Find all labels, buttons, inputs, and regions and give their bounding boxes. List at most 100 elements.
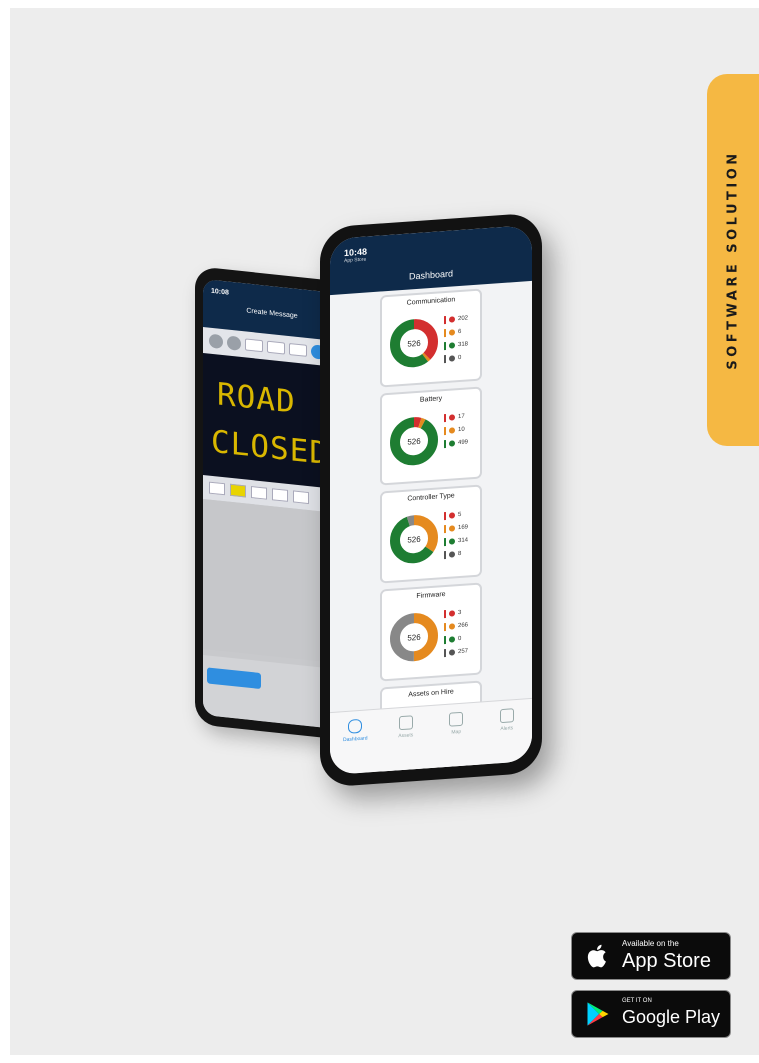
front-phone-screen: 10:48 App Store Dashboard Communication 5… [330, 224, 532, 776]
legend-value: 5 [458, 511, 462, 518]
status-dot-icon [449, 328, 455, 336]
software-solution-tab: SOFTWARE SOLUTION [707, 74, 759, 446]
card-legend: 5 169 314 8 [444, 506, 482, 561]
status-dot-icon [449, 341, 455, 349]
status-dot-icon [449, 537, 455, 545]
nav-assets[interactable]: Assets [389, 715, 423, 740]
legend-value: 266 [458, 621, 469, 629]
nav-dashboard[interactable]: Dashboard [338, 718, 372, 743]
page-background: SOFTWARE SOLUTION 10:08 Create Message R… [10, 8, 759, 1055]
status-dot-icon [449, 413, 455, 421]
legend-bar [444, 622, 446, 631]
back-to-app-store[interactable]: App Store [344, 257, 366, 265]
settings-icon[interactable] [227, 335, 241, 351]
status-dot-icon [449, 550, 455, 558]
legend-value: 0 [458, 635, 462, 642]
back-phone-time: 10:08 [211, 287, 229, 297]
legend-value: 169 [458, 523, 469, 531]
legend-bar [444, 511, 446, 520]
donut-center-value: 526 [407, 535, 421, 545]
bottom-nav: Dashboard Assets Map Alerts [330, 697, 532, 776]
card-legend: 3 266 0 257 [444, 604, 482, 659]
play-triangle-icon [587, 1002, 609, 1026]
donut-center-value: 526 [407, 633, 421, 643]
tool-button[interactable] [267, 340, 285, 355]
legend-value: 8 [458, 550, 462, 557]
legend-value: 0 [458, 354, 462, 361]
nav-map[interactable]: Map [439, 711, 473, 736]
nav-label: Map [451, 728, 462, 736]
front-phone: 10:48 App Store Dashboard Communication 5… [320, 212, 542, 788]
legend-value: 6 [458, 328, 462, 335]
nav-label: Dashboard [343, 735, 368, 744]
status-dot-icon [449, 439, 455, 447]
settings-icon[interactable] [209, 333, 223, 350]
card-legend: 17 10 499 [444, 408, 482, 450]
donut-chart: 526 [388, 511, 440, 567]
status-dot-icon [449, 524, 455, 532]
dashboard-card[interactable]: Firmware 526 3 266 0 257 [380, 582, 482, 682]
dashboard-card[interactable]: Controller Type 526 5 169 314 8 [380, 484, 482, 584]
legend-row: 257 [444, 643, 482, 659]
legend-value: 10 [458, 426, 465, 433]
status-dot-icon [449, 635, 455, 643]
footer-button[interactable] [207, 667, 261, 690]
legend-bar [444, 609, 446, 618]
palette-swatch[interactable] [272, 488, 288, 502]
palette-swatch[interactable] [209, 481, 225, 496]
donut-chart: 526 [388, 413, 440, 469]
legend-bar [444, 413, 446, 422]
dashboard-card[interactable]: Battery 526 17 10 499 [380, 386, 482, 486]
sign-line-2: CLOSED [211, 423, 329, 473]
apple-icon [587, 944, 606, 968]
legend-row: 8 [444, 545, 482, 561]
legend-bar [444, 524, 446, 533]
status-dot-icon [449, 511, 455, 519]
status-dot-icon [449, 609, 455, 617]
tool-button[interactable] [245, 338, 263, 353]
legend-row: 0 [444, 349, 482, 365]
donut-center-value: 526 [407, 437, 421, 447]
tool-button[interactable] [289, 342, 307, 357]
sign-line-1: ROAD [217, 376, 296, 421]
card-title: Battery [419, 395, 443, 404]
legend-value: 17 [458, 413, 465, 420]
legend-value: 257 [458, 647, 469, 655]
legend-value: 202 [458, 314, 469, 322]
card-title: Assets on Hire [408, 688, 454, 699]
legend-value: 318 [458, 340, 469, 348]
status-dot-icon [449, 622, 455, 630]
app-store-small-text: Available on the [622, 939, 679, 948]
nav-alerts[interactable]: Alerts [490, 708, 524, 733]
legend-bar [444, 354, 446, 363]
legend-bar [444, 328, 446, 337]
palette-swatch-yellow[interactable] [230, 483, 246, 498]
card-legend: 202 6 318 0 [444, 310, 482, 365]
legend-bar [444, 537, 446, 546]
status-dot-icon [449, 354, 455, 362]
legend-row: 499 [444, 434, 482, 450]
list-icon [398, 715, 413, 731]
legend-bar [444, 648, 446, 657]
palette-swatch[interactable] [251, 486, 267, 500]
tab-label: SOFTWARE SOLUTION [725, 150, 741, 370]
legend-bar [444, 439, 446, 448]
dashboard-card[interactable]: Communication 526 202 6 318 0 [380, 288, 482, 388]
donut-chart: 526 [388, 315, 440, 371]
donut-center-value: 526 [407, 339, 421, 349]
canvas-text [263, 515, 283, 533]
donut-chart: 526 [388, 609, 440, 665]
nav-label: Alerts [500, 725, 514, 733]
bell-icon [499, 708, 514, 724]
palette-swatch[interactable] [293, 490, 309, 505]
legend-value: 499 [458, 438, 469, 446]
status-dot-icon [449, 315, 455, 323]
app-store-badge[interactable]: Available on the App Store [571, 932, 731, 980]
map-pin-icon [449, 711, 464, 727]
status-dot-icon [449, 648, 455, 656]
google-play-badge[interactable]: GET IT ON Google Play [571, 990, 731, 1038]
card-title: Communication [406, 296, 456, 307]
dashboard-icon [348, 718, 363, 734]
google-play-small-text: GET IT ON [622, 998, 652, 1004]
dashboard-title: Dashboard [408, 268, 454, 282]
